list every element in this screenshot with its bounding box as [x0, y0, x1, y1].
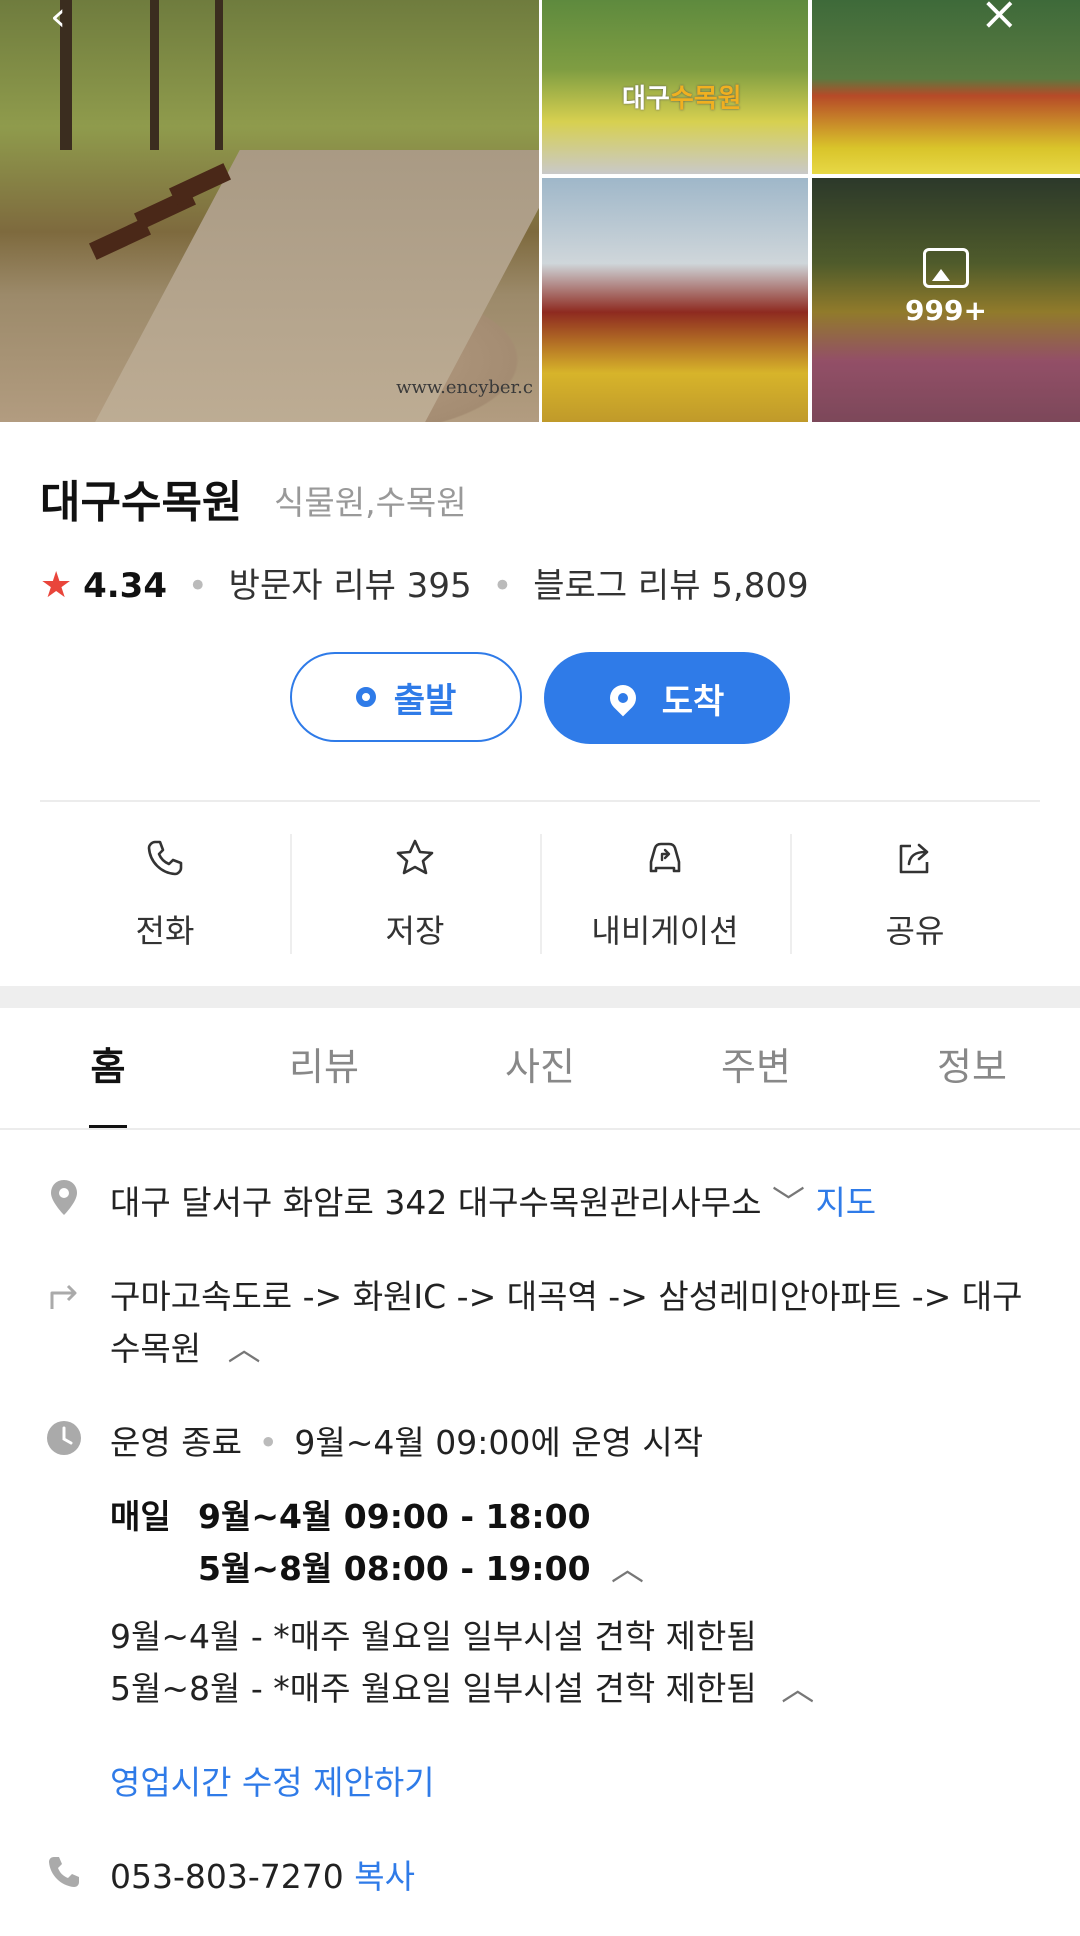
directions-line1: 구마고속도로 -> 화원IC -> 대곡역 -> 삼성레미안아파트 -> 대구	[110, 1277, 1023, 1316]
origin-dot-icon	[355, 687, 376, 707]
separator-dot: •	[187, 566, 208, 606]
divider	[40, 800, 1040, 802]
sign-text-main: 대구	[622, 84, 670, 114]
share-label: 공유	[885, 912, 945, 950]
hours-line2-row: 5월~8월 08:00 - 19:00 ︿	[198, 1542, 644, 1590]
close-icon[interactable]: ×	[980, 0, 1019, 40]
more-photos: 999+	[812, 248, 1080, 327]
tree-trunk	[215, 0, 223, 150]
directions-line2: 수목원	[110, 1329, 202, 1368]
hours-line2: 5월~8월 08:00 - 19:00	[198, 1549, 591, 1588]
sign-text: 대구수목원	[622, 78, 742, 115]
phone-row: 053-803-7270 복사	[110, 1850, 415, 1898]
directions-line2-row: 수목원 ︿	[110, 1322, 261, 1370]
map-link[interactable]: 지도	[815, 1183, 876, 1222]
location-pin-icon	[604, 679, 642, 717]
status-row: 운영 종료 • 9월~4월 09:00에 운영 시작	[110, 1416, 703, 1464]
photo-watermark: www.encyber.c	[396, 377, 533, 398]
photo-thumb-figures[interactable]	[542, 178, 808, 422]
photo-thumb-more[interactable]: 999+	[812, 178, 1080, 422]
hours-note2-row: 5월~8월 - *매주 월요일 일부시설 견학 제한됨 ︿	[110, 1662, 814, 1710]
place-category: 식물원,수목원	[274, 483, 467, 522]
save-action[interactable]: 저장	[290, 834, 540, 954]
car-navigation-icon	[649, 842, 681, 873]
section-separator	[0, 986, 1080, 1008]
tree-trunk	[150, 0, 159, 150]
hours-note2: 5월~8월 - *매주 월요일 일부시설 견학 제한됨	[110, 1669, 757, 1708]
share-icon	[899, 843, 929, 874]
share-action[interactable]: 공유	[790, 834, 1040, 954]
hours-line1: 9월~4월 09:00 - 18:00	[198, 1497, 591, 1536]
back-icon[interactable]: ‹	[50, 0, 66, 40]
more-photos-count: 999+	[905, 294, 987, 327]
navigation-action[interactable]: 내비게이션	[540, 834, 790, 954]
rating-score: 4.34	[83, 566, 167, 606]
separator-dot: •	[492, 566, 513, 606]
depart-button[interactable]: 출발	[290, 652, 522, 742]
quick-actions: 전화 저장 내비게이션 공유	[40, 834, 1040, 954]
sign-text-highlight: 수목원	[669, 84, 742, 114]
tab-bar: 홈 리뷰 사진 주변 정보	[0, 1008, 1080, 1130]
address-text: 대구 달서구 화암로 342 대구수목원관리사무소	[110, 1183, 762, 1222]
hours-day: 매일	[110, 1497, 171, 1536]
chevron-down-icon[interactable]: ﹀	[772, 1183, 805, 1222]
divider	[0, 1128, 1080, 1130]
save-label: 저장	[385, 912, 445, 950]
main-photo[interactable]: www.encyber.c	[0, 0, 539, 422]
photo-thumb-sign[interactable]: 대구수목원	[542, 0, 808, 174]
phone-icon	[147, 840, 183, 876]
depart-label: 출발	[393, 680, 457, 721]
directions-arrow-icon	[50, 1284, 77, 1309]
arrive-button[interactable]: 도착	[544, 652, 790, 744]
tab-info[interactable]: 정보	[864, 1008, 1080, 1128]
photo-gallery[interactable]: www.encyber.c 대구수목원 999+ ‹ ×	[0, 0, 1080, 422]
navigation-label: 내비게이션	[591, 912, 739, 950]
star-icon: ★	[40, 565, 73, 606]
chevron-up-icon[interactable]: ︿	[781, 1669, 814, 1708]
tab-home[interactable]: 홈	[0, 1008, 216, 1130]
tab-nearby[interactable]: 주변	[648, 1008, 864, 1128]
place-title: 대구수목원	[40, 477, 243, 528]
call-action[interactable]: 전화	[40, 834, 290, 954]
phone-icon	[49, 1857, 79, 1887]
hours-note1: 9월~4월 - *매주 월요일 일부시설 견학 제한됨	[110, 1617, 757, 1656]
address-row: 대구 달서구 화암로 342 대구수목원관리사무소 ﹀ 지도	[110, 1176, 876, 1224]
copy-phone-button[interactable]: 복사	[354, 1857, 415, 1896]
arrive-label: 도착	[661, 681, 725, 722]
gallery-icon	[923, 248, 969, 288]
tab-photos[interactable]: 사진	[432, 1008, 648, 1128]
photo-thumb-deer[interactable]	[812, 0, 1080, 174]
phone-number[interactable]: 053-803-7270	[110, 1857, 344, 1896]
status-text: 운영 종료	[110, 1423, 242, 1462]
star-outline-icon	[396, 839, 434, 875]
blog-review-link[interactable]: 블로그 리뷰 5,809	[533, 566, 808, 606]
visitor-review-link[interactable]: 방문자 리뷰 395	[229, 566, 472, 606]
tab-reviews[interactable]: 리뷰	[216, 1008, 432, 1128]
status-next: 9월~4월 09:00에 운영 시작	[294, 1423, 704, 1462]
call-label: 전화	[135, 912, 195, 950]
rating-row: ★ 4.34 • 방문자 리뷰 395 • 블로그 리뷰 5,809	[40, 558, 809, 607]
location-pin-icon	[51, 1180, 77, 1215]
chevron-up-icon[interactable]: ︿	[611, 1549, 644, 1588]
chevron-up-icon[interactable]: ︿	[228, 1329, 261, 1368]
separator-dot: •	[258, 1423, 278, 1462]
clock-icon	[47, 1421, 81, 1455]
suggest-hours-link[interactable]: 영업시간 수정 제안하기	[110, 1756, 435, 1804]
